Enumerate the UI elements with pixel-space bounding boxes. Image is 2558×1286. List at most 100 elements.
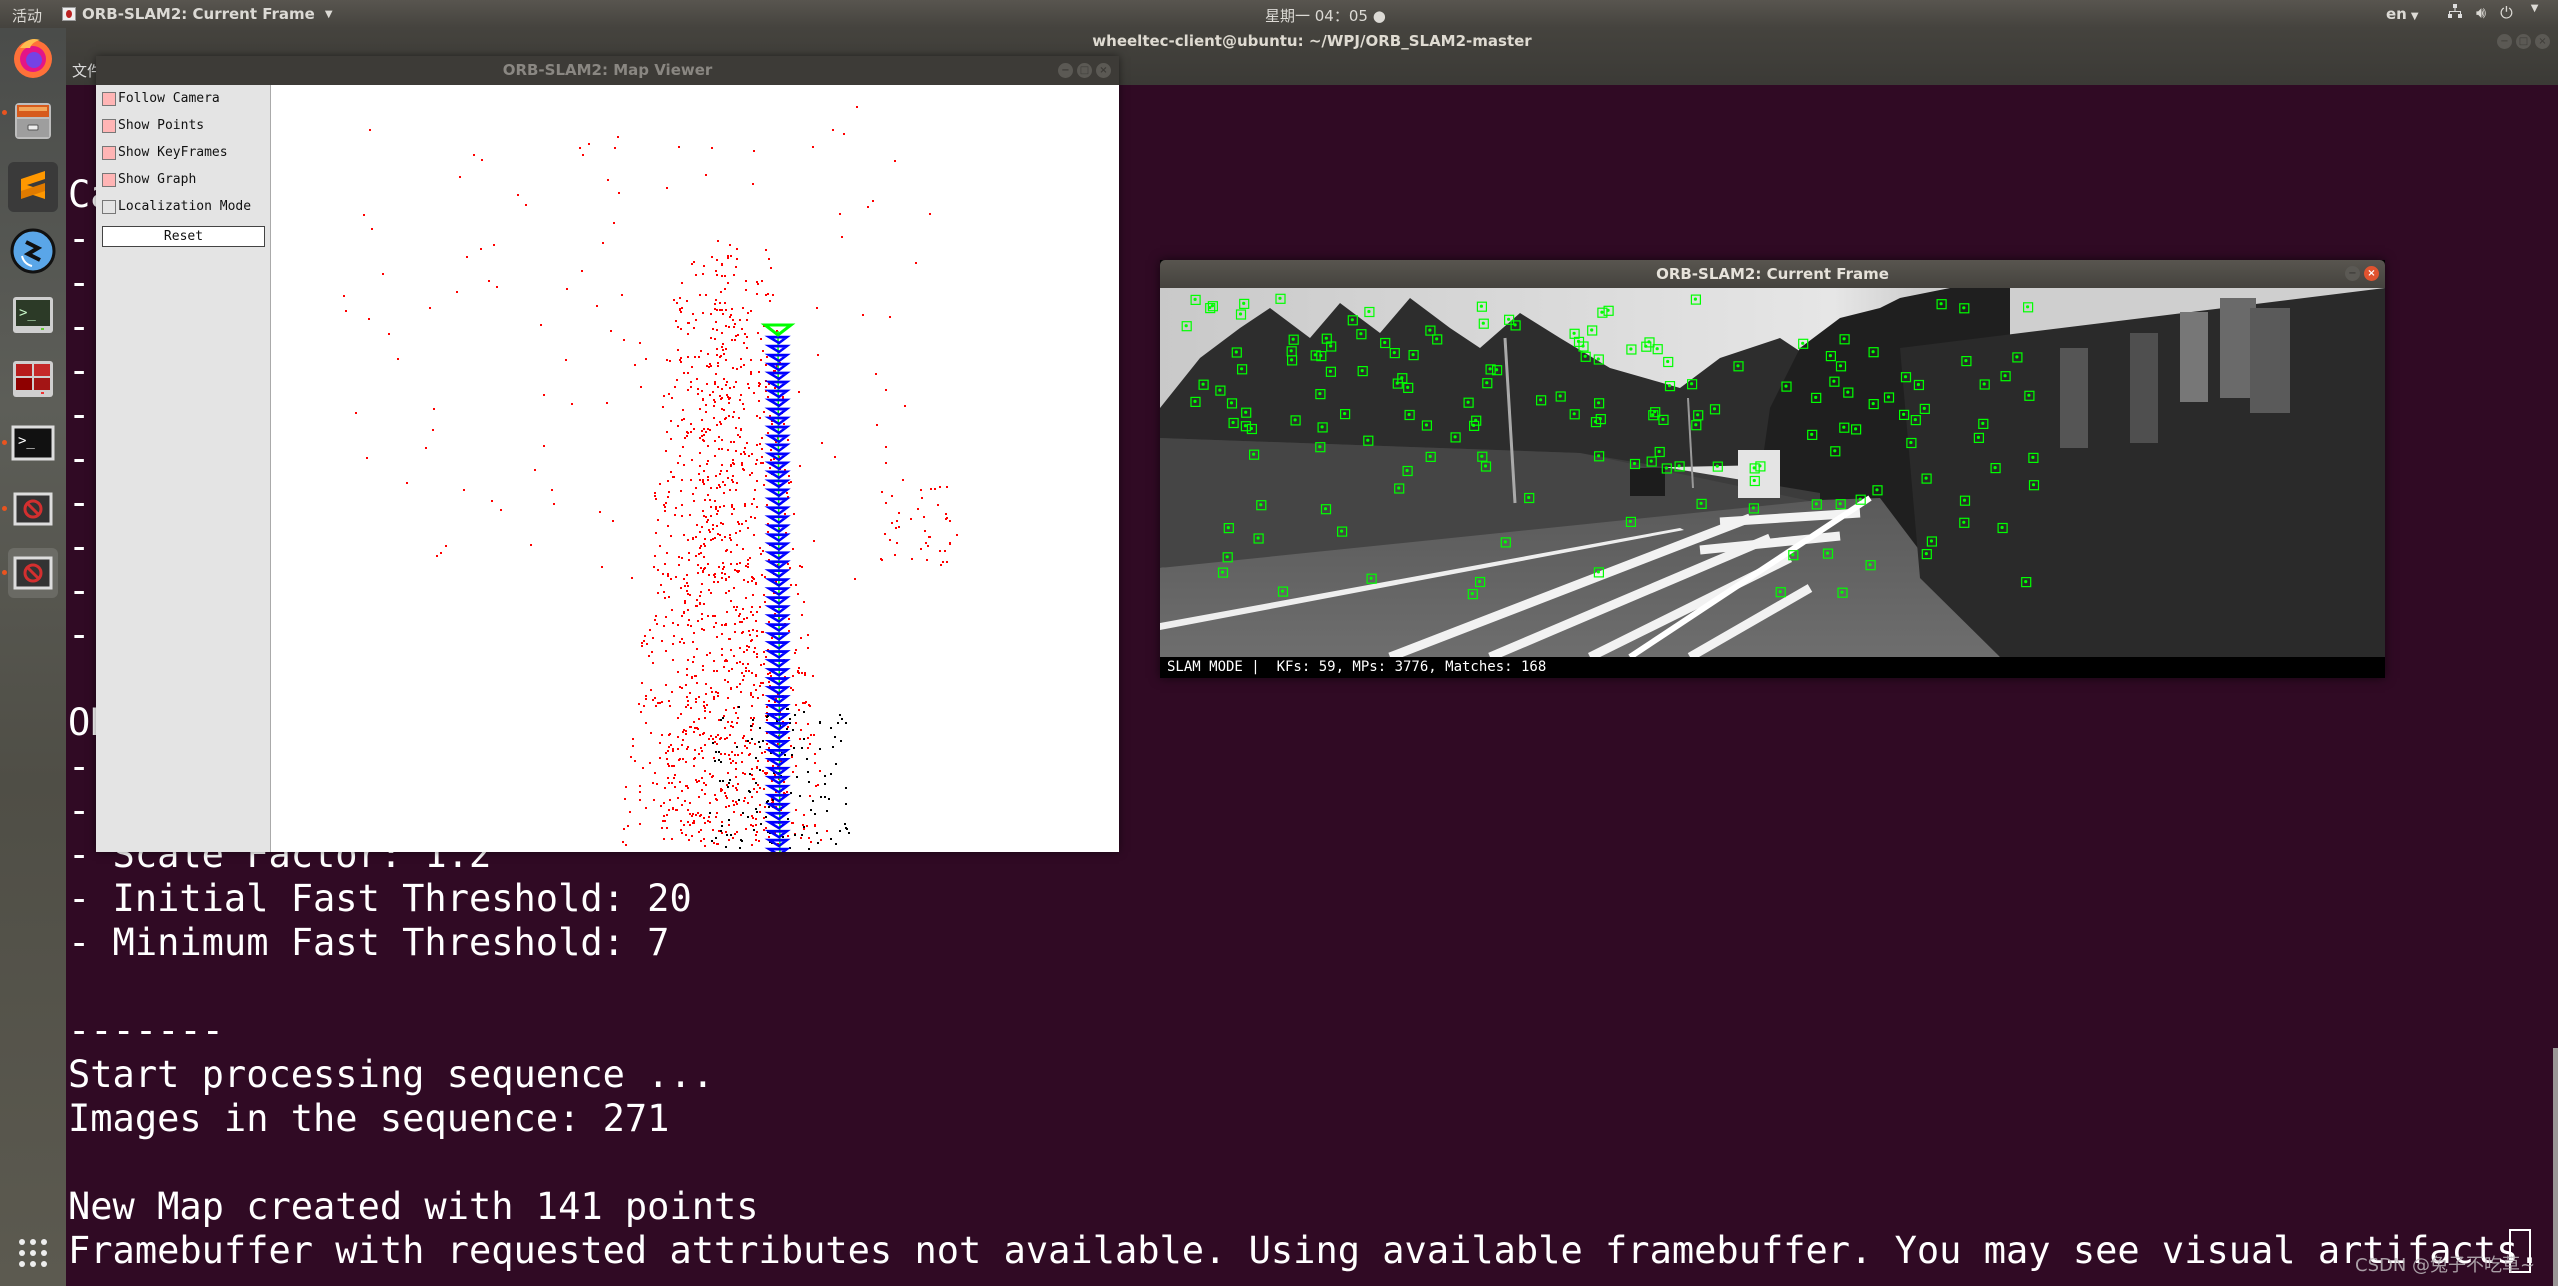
dock-item-terminal-running[interactable]: >_	[2, 418, 58, 468]
map-point	[674, 514, 676, 516]
map-point	[747, 581, 749, 583]
map-viewer-window[interactable]: ORB-SLAM2: Map Viewer − □ × Follow Camer…	[96, 56, 1119, 852]
close-button[interactable]: ×	[1096, 63, 1111, 78]
show-keyframes-checkbox[interactable]: Show KeyFrames	[102, 145, 228, 160]
map-point	[834, 736, 836, 738]
feature-point	[1513, 323, 1517, 327]
dock-item-files[interactable]	[2, 96, 58, 146]
minimize-button[interactable]: −	[1058, 63, 1073, 78]
map-point	[703, 732, 705, 734]
map-point	[704, 707, 706, 709]
map-3d-view[interactable]	[271, 85, 1119, 852]
minimize-button[interactable]: −	[2497, 34, 2512, 49]
dock-item-app[interactable]	[8, 226, 58, 276]
app-menu[interactable]: ORB-SLAM2: Current Frame ▼	[62, 5, 333, 23]
map-point	[654, 772, 656, 774]
map-viewer-titlebar[interactable]: ORB-SLAM2: Map Viewer − □ ×	[96, 56, 1119, 85]
maximize-button[interactable]: □	[1077, 63, 1092, 78]
dock-item-firefox[interactable]	[8, 32, 58, 82]
map-point	[784, 754, 786, 756]
map-point	[746, 336, 748, 338]
map-point	[699, 452, 701, 454]
show-points-checkbox[interactable]: Show Points	[102, 118, 204, 133]
system-tray[interactable]: 🔊︎ ⏻ ▼	[2448, 3, 2538, 23]
feature-point	[2026, 305, 2030, 309]
feature-point	[1466, 400, 1470, 404]
map-point	[803, 601, 805, 603]
language-selector[interactable]: en ▼	[2386, 5, 2419, 23]
map-point	[687, 704, 689, 706]
map-point	[756, 444, 758, 446]
map-point	[702, 273, 704, 275]
map-point	[692, 493, 694, 495]
map-point	[679, 455, 681, 457]
map-point	[716, 309, 718, 311]
dock-item-orb-slam-2[interactable]	[2, 548, 58, 598]
clock[interactable]: 星期一 04：05 ●	[1265, 5, 1386, 26]
chevron-down-icon: ▼	[2410, 11, 2419, 22]
reset-button[interactable]: Reset	[102, 226, 265, 247]
map-point	[788, 618, 790, 620]
map-point	[752, 817, 754, 819]
map-point	[701, 750, 703, 752]
map-point	[721, 577, 723, 579]
feature-point	[1600, 310, 1604, 314]
current-frame-titlebar[interactable]: ORB-SLAM2: Current Frame − ×	[1160, 260, 2385, 288]
map-point	[841, 236, 843, 238]
current-frame-window[interactable]: ORB-SLAM2: Current Frame − × SLAM MODE |…	[1160, 260, 2385, 678]
feature-point	[1825, 551, 1830, 555]
checkbox-box[interactable]	[102, 172, 116, 187]
map-point	[704, 822, 706, 824]
dock-item-orb-slam-1[interactable]	[2, 484, 58, 534]
map-point	[790, 687, 792, 689]
dock-item-terminator[interactable]	[8, 354, 58, 404]
feature-point	[1902, 412, 1906, 416]
terminal-line: Framebuffer with requested attributes no…	[68, 1229, 2541, 1272]
map-point	[678, 556, 680, 558]
map-point	[889, 539, 891, 541]
map-point	[719, 506, 721, 508]
checkbox-box[interactable]	[102, 118, 116, 133]
map-point	[747, 740, 749, 742]
feature-point	[1411, 353, 1415, 357]
dock-item-terminal[interactable]: >_	[8, 290, 58, 340]
checkbox-box[interactable]	[102, 91, 116, 106]
map-point	[670, 744, 672, 746]
map-point	[754, 647, 756, 649]
map-point	[723, 505, 725, 507]
map-point	[641, 642, 643, 644]
map-point	[729, 397, 731, 399]
map-point	[735, 712, 737, 714]
map-point	[755, 463, 757, 465]
feature-point	[1596, 570, 1600, 574]
checkbox-box[interactable]	[102, 199, 116, 214]
map-point	[740, 453, 742, 455]
map-point	[758, 371, 760, 373]
map-point	[696, 682, 698, 684]
map-point	[698, 796, 700, 798]
terminal-scrollbar[interactable]	[2553, 1048, 2558, 1286]
map-point	[700, 567, 702, 569]
dock-item-sublime[interactable]	[8, 162, 58, 212]
activities-button[interactable]: 活动	[12, 5, 42, 26]
map-point	[700, 545, 702, 547]
map-point	[726, 797, 728, 799]
map-point	[718, 484, 720, 486]
show-graph-checkbox[interactable]: Show Graph	[102, 172, 196, 187]
close-button[interactable]: ×	[2364, 266, 2379, 281]
map-point	[681, 419, 683, 421]
checkbox-box[interactable]	[102, 145, 116, 160]
feature-point	[1712, 407, 1717, 411]
map-point	[703, 556, 705, 558]
maximize-button[interactable]: □	[2516, 34, 2531, 49]
close-button[interactable]: ×	[2535, 34, 2550, 49]
localization-mode-checkbox[interactable]: Localization Mode	[102, 199, 251, 214]
minimize-button[interactable]: −	[2345, 266, 2360, 281]
map-point	[704, 744, 706, 746]
show-applications-button[interactable]	[17, 1237, 49, 1273]
follow-camera-checkbox[interactable]: Follow Camera	[102, 91, 220, 106]
map-point	[720, 830, 722, 832]
map-point	[627, 825, 629, 827]
map-point	[700, 747, 702, 749]
map-point	[752, 614, 754, 616]
